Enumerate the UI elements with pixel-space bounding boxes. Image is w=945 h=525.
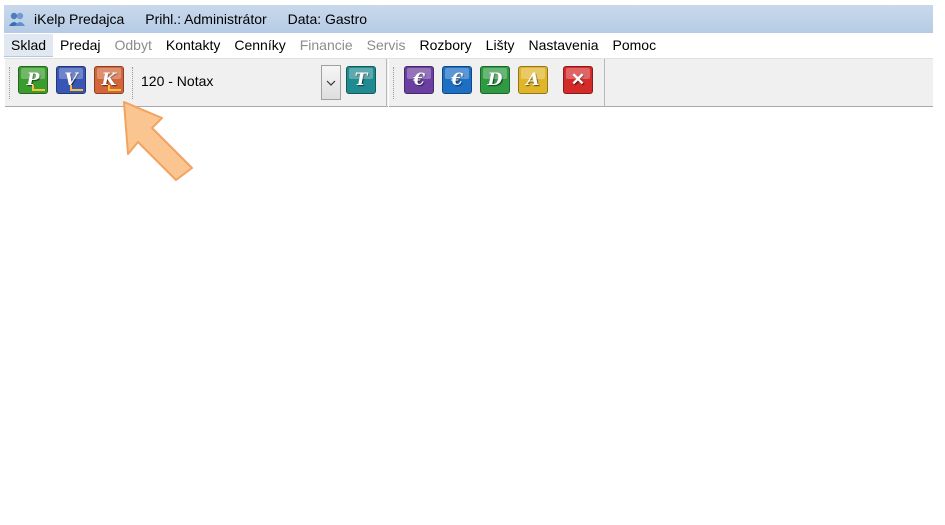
dodaci-list-button[interactable]: D	[480, 66, 512, 96]
logged-user: Prihl.: Administrátor	[145, 11, 267, 27]
app-logo-icon	[8, 11, 26, 27]
menu-servis: Servis	[366, 37, 406, 53]
chevron-down-icon[interactable]	[321, 65, 341, 100]
menu-nastavenia[interactable]: Nastavenia	[521, 34, 605, 57]
menu-kontakty[interactable]: Kontakty	[159, 34, 227, 57]
objednavka-icon: A	[518, 66, 548, 94]
toolbar-grip[interactable]	[393, 67, 395, 99]
prijem-button[interactable]: P	[18, 66, 50, 96]
vydaj-icon: V	[56, 66, 86, 94]
kasa-button[interactable]: K	[94, 66, 126, 96]
dodaci-list-icon: D	[480, 66, 510, 94]
euro-doc-button[interactable]: €	[404, 66, 436, 96]
euro-doc-icon: €	[404, 66, 434, 94]
objednavka-button[interactable]: A	[518, 66, 550, 96]
euro-card-button[interactable]: €	[442, 66, 474, 96]
menu-financie: Financie	[299, 37, 353, 53]
prijem-icon: P	[18, 66, 48, 94]
menu-pomoc[interactable]: Pomoc	[606, 34, 664, 57]
toolbar-separator	[132, 67, 134, 99]
menu-bar: Sklad Predaj Odbyt Kontakty Cenníky Fina…	[4, 34, 933, 57]
vydaj-button[interactable]: V	[56, 66, 88, 96]
euro-card-icon: €	[442, 66, 472, 94]
app-title: iKelp Predajca	[34, 11, 125, 27]
highlight-arrow-icon	[123, 101, 193, 181]
menu-sklad[interactable]: Sklad	[4, 34, 54, 57]
kasa-icon: K	[94, 66, 124, 94]
data-source: Data: Gastro	[287, 11, 368, 27]
warehouse-select-value: 120 - Notax	[141, 73, 214, 89]
toolbar-grip[interactable]	[9, 67, 11, 99]
title-bar: iKelp Predajca Prihl.: Administrátor Dat…	[4, 5, 933, 33]
transfer-icon: T	[346, 66, 376, 94]
close-icon: ✕	[563, 66, 593, 94]
transfer-button[interactable]: T	[346, 66, 378, 96]
menu-listy[interactable]: Lišty	[479, 34, 522, 57]
warehouse-select[interactable]: 120 - Notax	[136, 64, 341, 100]
menu-predaj[interactable]: Predaj	[53, 34, 107, 57]
menu-rozbory[interactable]: Rozbory	[413, 34, 479, 57]
menu-odbyt: Odbyt	[114, 37, 152, 53]
close-button[interactable]: ✕	[563, 66, 595, 96]
toolbar-group-finance: € € D A ✕	[388, 59, 605, 107]
menu-cenniky[interactable]: Cenníky	[227, 34, 292, 57]
